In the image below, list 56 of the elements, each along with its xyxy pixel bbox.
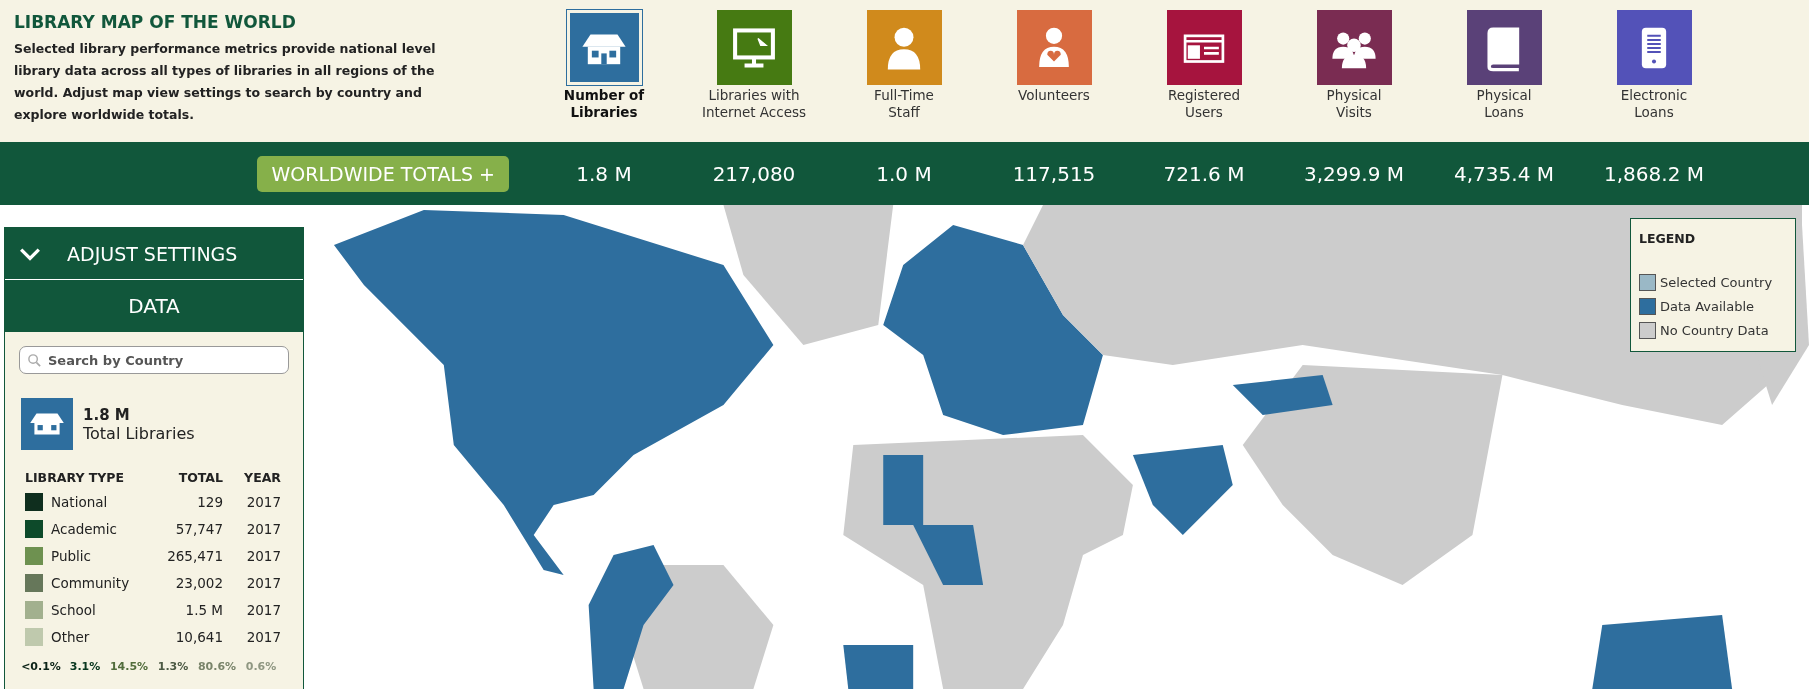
type-name: Community <box>51 574 131 591</box>
type-total: 10,641 <box>174 628 223 645</box>
metric-tab[interactable]: Full-Time Staff <box>829 10 979 142</box>
metric-tab[interactable]: Libraries with Internet Access <box>679 10 829 142</box>
legend-title: LEGEND <box>1639 231 1697 246</box>
legend-label: Selected Country <box>1660 274 1773 290</box>
share-label: 14.5% <box>108 660 150 673</box>
metric-total: 3,299.9 M <box>1303 161 1405 186</box>
type-total: 265,471 <box>166 547 223 564</box>
metric-total: 1.8 M <box>575 161 633 186</box>
data-tab[interactable]: DATA <box>5 280 303 332</box>
metric-tab[interactable]: Volunteers <box>979 10 1129 142</box>
summary-value: 1.8 M <box>83 405 131 424</box>
metric-tab[interactable]: Physical Visits <box>1279 10 1429 142</box>
metric-total: 117,515 <box>1011 161 1097 186</box>
type-total: 57,747 <box>174 520 223 537</box>
page-title: LIBRARY MAP OF THE WORLD <box>14 12 297 32</box>
column-header: YEAR <box>243 469 281 485</box>
type-year: 2017 <box>245 520 281 537</box>
type-name: National <box>51 493 109 510</box>
type-year: 2017 <box>245 574 281 591</box>
summary-label: Total Libraries <box>83 423 195 443</box>
metric-total: 4,735.4 M <box>1453 161 1555 186</box>
legend-label: Data Available <box>1660 298 1754 314</box>
type-name: School <box>51 601 97 618</box>
share-label: <0.1% <box>20 660 62 673</box>
share-label: 1.3% <box>156 660 190 673</box>
type-name: Other <box>51 628 91 645</box>
column-header: LIBRARY TYPE <box>25 469 126 485</box>
metric-total: 217,080 <box>711 161 797 186</box>
type-total: 1.5 M <box>184 601 223 618</box>
type-name: Public <box>51 547 92 564</box>
search-field[interactable]: Search by Country <box>19 346 289 374</box>
metric-tab[interactable]: Registered Users <box>1129 10 1279 142</box>
chevron-down-icon <box>19 246 41 261</box>
metric-total: 1.0 M <box>875 161 933 186</box>
type-year: 2017 <box>245 547 281 564</box>
metric-tab[interactable]: Physical Loans <box>1429 10 1579 142</box>
type-total: 23,002 <box>174 574 223 591</box>
type-name: Academic <box>51 520 118 537</box>
type-year: 2017 <box>245 601 281 618</box>
share-label: 80.6% <box>196 660 238 673</box>
metric-tab[interactable]: Number of Libraries <box>529 10 679 142</box>
type-year: 2017 <box>245 493 281 510</box>
metric-total: 721.6 M <box>1162 161 1246 186</box>
page-description: Selected library performance metrics provide national level library data across all types of libraries in all regions of the world. Adjust map view settings to search by country and explore worldwide totals. <box>14 40 437 124</box>
adjust-settings-button[interactable]: ADJUST SETTINGS <box>5 228 303 280</box>
metric-total: 1,868.2 M <box>1603 161 1705 186</box>
type-total: 129 <box>196 493 223 510</box>
share-label: 0.6% <box>244 660 278 673</box>
search-icon <box>27 353 42 368</box>
column-header: TOTAL <box>177 469 223 485</box>
type-year: 2017 <box>245 628 281 645</box>
legend-label: No Country Data <box>1660 322 1769 338</box>
metric-tab[interactable]: Electronic Loans <box>1579 10 1729 142</box>
share-label: 3.1% <box>68 660 102 673</box>
